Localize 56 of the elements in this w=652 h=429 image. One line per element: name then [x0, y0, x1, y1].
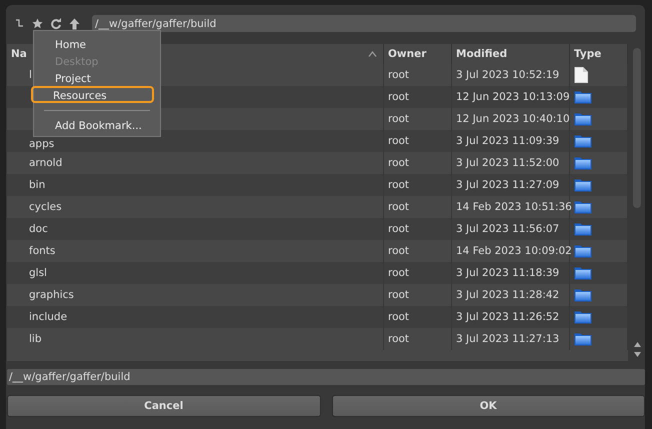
- menu-item[interactable]: Project: [34, 69, 154, 86]
- file-name: l: [29, 69, 32, 81]
- cancel-button[interactable]: Cancel: [7, 395, 320, 417]
- owner-text: root: [388, 333, 410, 345]
- owner-text: root: [388, 179, 410, 191]
- owner-text: root: [388, 113, 410, 125]
- modified-text: 3 Jul 2023 11:27:13: [456, 333, 560, 345]
- owner-text: root: [388, 69, 410, 81]
- modified-text: 3 Jul 2023 10:52:19: [456, 69, 560, 81]
- owner-text: root: [388, 201, 410, 213]
- modified-text: 3 Jul 2023 11:28:42: [456, 289, 560, 301]
- modified-text: 14 Feb 2023 10:51:36: [456, 201, 572, 213]
- path-field[interactable]: /__w/gaffer/gaffer/build: [7, 369, 645, 385]
- owner-text: root: [388, 267, 410, 279]
- owner-text: root: [388, 223, 410, 235]
- file-name: glsl: [29, 267, 47, 279]
- scroll-down-icon[interactable]: [634, 352, 640, 357]
- owner-text: root: [388, 311, 410, 323]
- sort-caret-icon[interactable]: [368, 51, 377, 57]
- menu-item[interactable]: Add Bookmark...: [34, 116, 154, 133]
- table-row[interactable]: include root 3 Jul 2023 11:26:52: [7, 306, 628, 328]
- table-row[interactable]: bin root 3 Jul 2023 11:27:09: [7, 174, 628, 196]
- modified-text: 3 Jul 2023 11:26:52: [456, 311, 560, 323]
- table-row[interactable]: doc root 3 Jul 2023 11:56:07: [7, 218, 628, 240]
- modified-text: 3 Jul 2023 11:56:07: [456, 223, 560, 235]
- modified-text: 12 Jun 2023 10:13:09: [456, 91, 570, 103]
- file-name: include: [29, 311, 68, 323]
- star-icon[interactable]: [32, 18, 43, 29]
- scroll-up-icon[interactable]: [634, 342, 640, 347]
- ok-button[interactable]: OK: [332, 395, 645, 417]
- up-arrow-icon[interactable]: [69, 18, 80, 30]
- owner-text: root: [388, 245, 410, 257]
- modified-text: 3 Jul 2023 11:52:00: [456, 157, 560, 169]
- file-name: graphics: [29, 289, 74, 301]
- menu-item[interactable]: Resources: [31, 86, 154, 103]
- file-name: fonts: [29, 245, 56, 257]
- owner-text: root: [388, 91, 410, 103]
- table-row[interactable]: apps root 3 Jul 2023 11:09:39: [7, 130, 628, 152]
- file-name: apps: [29, 138, 54, 150]
- modified-text: 12 Jun 2023 10:40:10: [456, 113, 570, 125]
- modified-text: 3 Jul 2023 11:18:39: [456, 267, 560, 279]
- file-name: cycles: [29, 201, 62, 213]
- file-name: lib: [29, 333, 42, 345]
- file-name: doc: [29, 223, 48, 235]
- refresh-icon[interactable]: [50, 18, 62, 30]
- file-name: arnold: [29, 157, 62, 169]
- file-name: bin: [29, 179, 46, 191]
- modified-text: 3 Jul 2023 11:09:39: [456, 135, 560, 147]
- up-level-icon[interactable]: [15, 18, 25, 29]
- owner-text: root: [388, 289, 410, 301]
- table-row[interactable]: glsl root 3 Jul 2023 11:18:39: [7, 262, 628, 284]
- owner-text: root: [388, 135, 410, 147]
- modified-text: 14 Feb 2023 10:09:02: [456, 245, 572, 257]
- path-field[interactable]: /__w/gaffer/gaffer/build: [92, 15, 636, 32]
- owner-text: root: [388, 157, 410, 169]
- modified-text: 3 Jul 2023 11:27:09: [456, 179, 560, 191]
